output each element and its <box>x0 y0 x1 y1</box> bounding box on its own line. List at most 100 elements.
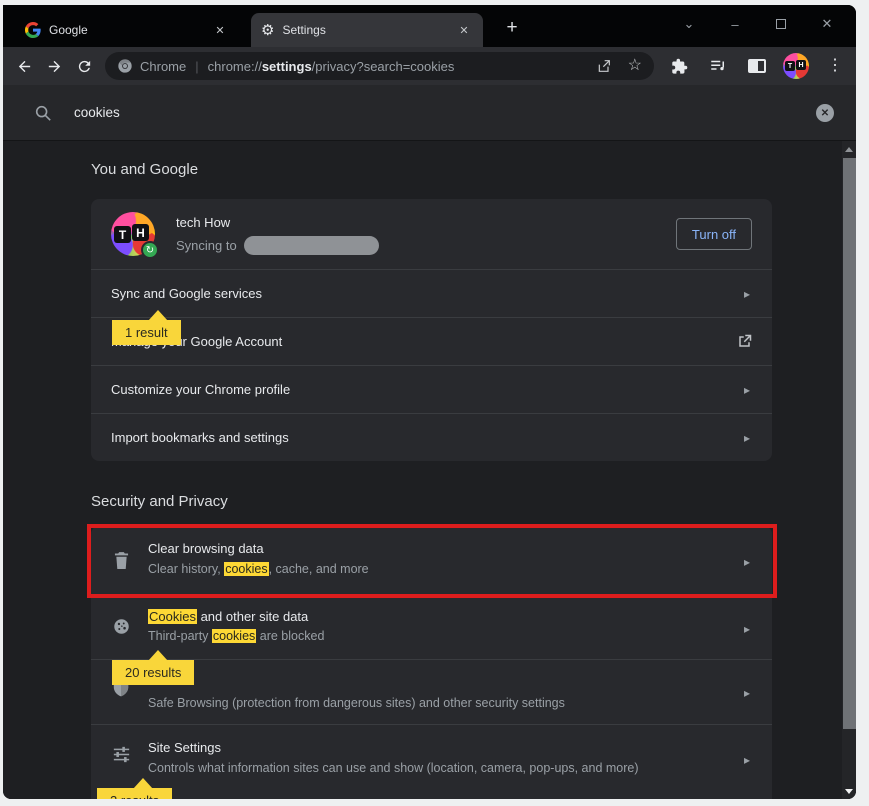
profile-avatar[interactable]: T H <box>781 51 811 81</box>
row-sync-and-google-services[interactable]: Sync and Google services ▸ <box>91 269 772 317</box>
turn-off-button[interactable]: Turn off <box>675 218 752 250</box>
toolbar-actions: T H ⋮ <box>664 51 850 81</box>
close-window-button[interactable]: ✕ <box>804 11 850 37</box>
tab-title: Settings <box>282 23 326 37</box>
new-tab-button[interactable]: + <box>499 15 525 41</box>
tab-close-icon[interactable]: ✕ <box>455 21 473 39</box>
chevron-right-icon: ▸ <box>743 686 750 700</box>
site-chip-label: Chrome <box>140 58 187 74</box>
subtitle-text: , cache, and more <box>268 562 369 576</box>
row-title: Cookies and other site data <box>148 609 308 624</box>
tab-close-icon[interactable]: ✕ <box>211 21 229 39</box>
row-customize-chrome-profile[interactable]: Customize your Chrome profile ▸ <box>91 365 772 413</box>
badge-pointer <box>133 778 153 789</box>
url-scheme: chrome:// <box>207 58 262 74</box>
kebab-menu-icon[interactable]: ⋮ <box>820 51 850 81</box>
chevron-right-icon: ▸ <box>743 286 750 301</box>
cookie-icon <box>113 618 130 640</box>
avatar-letter: T <box>114 226 131 243</box>
row-subtitle: Third-party cookies are blocked <box>148 629 324 643</box>
profile-avatar-large: T H ↻ <box>111 212 159 259</box>
url-separator: | <box>195 58 199 74</box>
triangle-up-icon <box>845 146 853 152</box>
highlighted-term: cookies <box>224 562 269 576</box>
kebab-glyph: ⋮ <box>827 57 843 74</box>
subtitle-text: Clear history, <box>148 562 225 576</box>
reload-button[interactable] <box>69 51 99 81</box>
sync-status: Syncing to <box>176 236 379 255</box>
profile-row: T H ↻ tech How Syncing to Turn off <box>91 199 772 269</box>
extensions-icon[interactable] <box>664 51 694 81</box>
triangle-down-icon <box>845 788 853 794</box>
tab-title: Google <box>49 23 88 37</box>
badge-text: 1 result <box>125 325 168 340</box>
row-subtitle: Controls what information sites can use … <box>148 761 639 775</box>
avatar-letter: T <box>785 61 795 71</box>
row-subtitle: Clear history, cookies, cache, and more <box>148 562 369 576</box>
row-label: Import bookmarks and settings <box>111 430 289 445</box>
url-path: /privacy?search=cookies <box>311 58 455 74</box>
browser-toolbar: Chrome | chrome://settings/privacy?searc… <box>3 47 856 85</box>
site-chip: Chrome <box>117 58 186 74</box>
back-button[interactable] <box>9 51 39 81</box>
share-icon[interactable] <box>596 58 612 74</box>
row-label: Sync and Google services <box>111 286 263 301</box>
trash-icon <box>114 552 129 574</box>
title-text: and other site data <box>196 609 309 624</box>
address-bar[interactable]: Chrome | chrome://settings/privacy?searc… <box>105 52 654 80</box>
tab-strip: Google ✕ ⚙ Settings ✕ + ⌄ – ✕ <box>3 5 856 47</box>
row-cookies-site-data[interactable]: Cookies and other site data Third-party … <box>91 597 772 659</box>
sync-badge-icon: ↻ <box>141 241 159 259</box>
window-controls: ⌄ – ✕ <box>666 11 850 37</box>
row-site-settings[interactable]: Site Settings Controls what information … <box>91 724 772 799</box>
side-panel-icon[interactable] <box>742 51 772 81</box>
row-title: Clear browsing data <box>148 541 264 556</box>
bookmark-star-icon[interactable]: ☆ <box>628 58 642 74</box>
row-title: Site Settings <box>148 740 221 755</box>
redacted-sync-target <box>243 236 379 255</box>
chevron-right-icon: ▸ <box>743 430 750 445</box>
row-manage-google-account[interactable]: Manage your Google Account <box>91 317 772 365</box>
side-panel-glyph <box>748 59 766 73</box>
browser-window: Google ✕ ⚙ Settings ✕ + ⌄ – ✕ Chrome | c… <box>3 5 856 799</box>
search-result-badge-partial: 2 results <box>97 778 173 799</box>
tab-settings[interactable]: ⚙ Settings ✕ <box>251 13 483 47</box>
sync-status-label: Syncing to <box>176 238 237 253</box>
settings-search-bar: ✕ <box>3 85 856 141</box>
media-controls-icon[interactable] <box>703 51 733 81</box>
tab-search-chevron-icon[interactable]: ⌄ <box>666 11 712 37</box>
google-favicon-icon <box>25 22 41 38</box>
section-heading-security-privacy: Security and Privacy <box>91 493 228 510</box>
avatar-image: T H <box>783 53 809 79</box>
row-label: Customize your Chrome profile <box>111 382 291 397</box>
clear-search-icon[interactable]: ✕ <box>816 104 834 122</box>
tab-google[interactable]: Google ✕ <box>15 13 239 47</box>
forward-button[interactable] <box>39 51 69 81</box>
chrome-logo-icon <box>117 58 133 74</box>
maximize-icon <box>776 19 786 29</box>
minimize-button[interactable]: – <box>712 11 758 37</box>
badge-pointer <box>148 650 168 661</box>
search-result-badge: 20 results <box>112 650 195 685</box>
scrollbar[interactable] <box>842 141 856 799</box>
maximize-button[interactable] <box>758 11 804 37</box>
search-result-badge: 1 result <box>112 310 181 345</box>
settings-content: You and Google T H ↻ tech How Syncing to… <box>3 141 856 799</box>
open-in-new-icon <box>737 334 752 352</box>
chevron-right-icon: ▸ <box>743 382 750 397</box>
highlighted-term: Cookies <box>148 609 197 624</box>
settings-search-input[interactable] <box>74 105 674 120</box>
scrollbar-up-arrow[interactable] <box>842 141 856 157</box>
url-host: settings <box>261 58 312 74</box>
scrollbar-thumb[interactable] <box>843 158 856 729</box>
badge-text: 2 results <box>110 793 159 799</box>
row-subtitle: Safe Browsing (protection from dangerous… <box>148 696 565 710</box>
avatar-letter: H <box>132 224 149 241</box>
chevron-right-icon: ▸ <box>743 753 750 767</box>
row-clear-browsing-data[interactable]: Clear browsing data Clear history, cooki… <box>91 526 772 597</box>
profile-name: tech How <box>176 215 231 230</box>
row-import-bookmarks[interactable]: Import bookmarks and settings ▸ <box>91 413 772 461</box>
section-heading-you-and-google: You and Google <box>91 161 199 178</box>
badge-pointer <box>148 310 168 321</box>
scrollbar-down-arrow[interactable] <box>842 783 856 799</box>
